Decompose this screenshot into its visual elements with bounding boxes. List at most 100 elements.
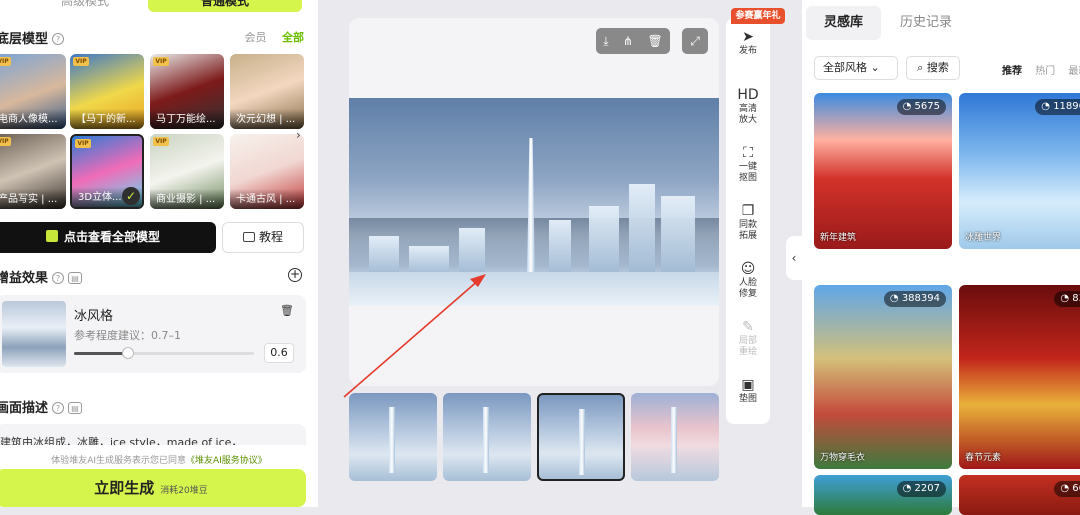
vip-badge: VIP <box>153 57 169 66</box>
model-card[interactable]: VIP 产品写实 | ... <box>0 134 66 209</box>
card-caption: 春节元素 <box>965 453 1002 463</box>
tool-label: 同款拓展 <box>738 220 757 241</box>
sort-tabs: 推荐 热门 最新 <box>1002 62 1080 77</box>
tool-label: 一键抠图 <box>738 162 757 183</box>
search-button[interactable]: ⌕ 搜索 <box>906 56 960 80</box>
chevron-left-icon[interactable]: ‹ <box>786 236 802 280</box>
inspiration-card[interactable]: ◔ 66 <box>959 475 1080 515</box>
share-icon[interactable]: ⋔ <box>623 34 633 48</box>
tool-face-fix[interactable]: ☺ 人脸修复 <box>726 260 770 300</box>
inspiration-card[interactable]: ◔ 5675 新年建筑 <box>814 93 952 249</box>
model-card[interactable]: VIP 【马丁的新... <box>70 54 144 129</box>
result-thumbnail[interactable] <box>443 393 531 481</box>
model-card[interactable]: VIP 马丁万能绘... <box>150 54 224 129</box>
tool-cutout[interactable]: ⛶ 一键抠图 <box>726 144 770 184</box>
tool-hd-upscale[interactable]: HD 高清放大 <box>726 86 770 126</box>
tool-sidebar: ➤ 发布 HD 高清放大 ⛶ 一键抠图 ❐ 同款拓展 ☺ 人脸修复 ✎ 局部重绘 ▣ 垫图 <box>726 18 770 424</box>
chevron-right-icon[interactable]: › <box>296 128 301 142</box>
publish-icon: ➤ <box>742 29 754 45</box>
agreement-link[interactable]: 《堆友AI服务协议》 <box>186 456 267 466</box>
book-icon[interactable]: ▤ <box>68 272 83 284</box>
tool-label: 人脸修复 <box>738 278 757 299</box>
trash-icon[interactable]: 🗑 <box>280 304 294 317</box>
tutorial-button[interactable]: 教程 <box>222 222 304 253</box>
inspiration-card[interactable]: ◔ 11896 冰雕世界 <box>959 93 1080 249</box>
agreement-text: 体验堆友AI生成服务表示您已同意《堆友AI服务协议》 <box>0 453 318 466</box>
inspiration-card[interactable]: ◔ 2207 <box>814 475 952 515</box>
sort-newest[interactable]: 最新 <box>1068 66 1080 77</box>
model-card-label: 产品写实 | ... <box>0 189 66 209</box>
description-section-title: 画面描述? ▤ <box>0 397 83 416</box>
image-building <box>369 236 399 276</box>
vip-badge: VIP <box>153 137 169 146</box>
model-filter-tabs: 会员 全部 <box>233 29 305 45</box>
vip-badge: VIP <box>75 139 91 148</box>
model-card-label: 【马丁的新... <box>70 109 144 129</box>
model-card[interactable]: VIP 电商人像模... <box>0 54 66 129</box>
generate-button[interactable]: 立即生成 消耗20堆豆 <box>0 469 306 507</box>
result-thumbnail[interactable] <box>631 393 719 481</box>
image-building <box>661 196 695 276</box>
effects-section-title: 增益效果? ▤ <box>0 267 83 286</box>
model-card-label: 次元幻想 | ... <box>230 109 304 129</box>
model-card-label: 马丁万能绘... <box>150 109 224 129</box>
tab-all[interactable]: 全部 <box>282 31 304 44</box>
card-caption: 新年建筑 <box>820 233 857 243</box>
generate-cost: 消耗20堆豆 <box>160 486 208 496</box>
inspiration-card[interactable]: ◔ 388394 万物穿毛衣 <box>814 285 952 469</box>
help-icon[interactable]: ? <box>52 402 65 414</box>
usage-count-value: 5675 <box>914 101 940 112</box>
view-all-models-label: 点击查看全部模型 <box>63 230 160 244</box>
model-card[interactable]: 次元幻想 | ... <box>230 54 304 129</box>
view-all-models-button[interactable]: 点击查看全部模型 <box>0 222 216 253</box>
add-effect-icon[interactable]: + <box>288 268 302 282</box>
download-icon[interactable]: ⤓ <box>603 34 608 49</box>
effects-label: 增益效果 <box>0 271 49 286</box>
tab-inspiration[interactable]: 灵感库 <box>806 6 882 40</box>
advanced-mode-tab[interactable]: 高级模式 <box>30 0 140 12</box>
tool-label: 发布 <box>738 46 757 56</box>
face-fix-icon: ☺ <box>740 261 756 277</box>
normal-mode-tab[interactable]: 普通模式 <box>148 0 302 12</box>
effect-hint: 参考程度建议：0.7–1 <box>74 329 181 342</box>
model-card[interactable]: VIP 3D立体... ✓ <box>70 134 144 209</box>
model-card[interactable]: 卡通古风 | ... <box>230 134 304 209</box>
sort-recommended[interactable]: 推荐 <box>1002 66 1022 77</box>
delete-icon[interactable]: 🗑 <box>648 34 663 48</box>
sort-hot[interactable]: 热门 <box>1035 66 1055 77</box>
tool-inpaint[interactable]: ✎ 局部重绘 <box>726 318 770 358</box>
model-card-label: 商业摄影 | ... <box>150 189 224 209</box>
inspiration-card[interactable]: ◔ 83 春节元素 <box>959 285 1080 469</box>
tool-expand-same[interactable]: ❐ 同款拓展 <box>726 202 770 242</box>
help-icon[interactable]: ? <box>52 272 65 284</box>
result-thumbnails <box>349 393 721 483</box>
generate-label: 立即生成 <box>94 479 155 497</box>
tab-member[interactable]: 会员 <box>245 31 267 44</box>
book-icon[interactable]: ▤ <box>68 402 83 414</box>
slider-fill <box>74 352 128 355</box>
image-tower <box>527 138 535 278</box>
vip-badge: VIP <box>0 57 11 66</box>
card-caption: 冰雕世界 <box>965 233 1002 243</box>
vip-badge: VIP <box>0 137 11 146</box>
tool-ref-image[interactable]: ▣ 垫图 <box>726 376 770 405</box>
model-card[interactable]: VIP 商业摄影 | ... <box>150 134 224 209</box>
help-icon[interactable]: ? <box>52 33 65 45</box>
slider-handle[interactable] <box>122 347 134 359</box>
style-filter-select[interactable]: 全部风格 ⌄ <box>814 56 898 80</box>
effect-value-input[interactable]: 0.6 <box>264 343 294 363</box>
fullscreen-icon[interactable]: ⤢ <box>682 28 708 54</box>
tab-history[interactable]: 历史记录 <box>882 6 970 40</box>
image-building <box>549 220 571 276</box>
inpaint-icon: ✎ <box>742 319 754 335</box>
inspiration-panel: 灵感库 历史记录 全部风格 ⌄ ⌕ 搜索 推荐 热门 最新 ◔ 5675 新年建筑… <box>802 0 1080 515</box>
ref-image-icon: ▣ <box>741 377 755 393</box>
generated-image[interactable] <box>349 98 719 306</box>
tool-publish[interactable]: ➤ 发布 <box>726 28 770 57</box>
effect-strength-slider[interactable] <box>74 347 254 359</box>
image-building <box>589 206 619 276</box>
result-thumbnail[interactable] <box>349 393 437 481</box>
contest-badge[interactable]: 参赛赢年礼 <box>731 8 785 24</box>
result-thumbnail[interactable] <box>537 393 625 481</box>
tool-label: 垫图 <box>738 394 757 404</box>
